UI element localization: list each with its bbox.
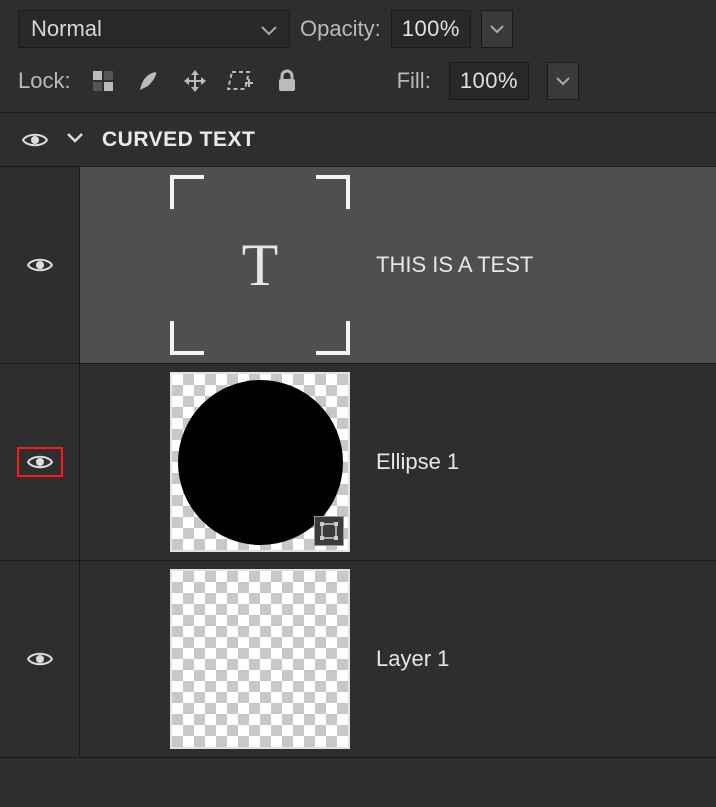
lock-label: Lock: [18, 68, 71, 94]
opacity-label: Opacity: [300, 16, 381, 42]
lock-all-icon[interactable] [273, 67, 301, 95]
opacity-input[interactable]: 100% [391, 10, 471, 48]
layer-row-raster[interactable]: Layer 1 [0, 561, 716, 758]
lock-fill-bar: Lock: Fill: 100% [0, 56, 716, 113]
fill-dropdown-button[interactable] [547, 62, 579, 100]
fill-label: Fill: [397, 68, 431, 94]
lock-artboard-icon[interactable] [227, 67, 255, 95]
text-layer-thumbnail[interactable]: T [170, 175, 350, 355]
layer-name[interactable]: Ellipse 1 [376, 449, 459, 475]
lock-position-icon[interactable] [181, 67, 209, 95]
opacity-value: 100% [402, 16, 460, 42]
eye-icon[interactable] [22, 131, 48, 149]
blend-mode-select[interactable]: Normal [18, 10, 290, 48]
blend-mode-value: Normal [31, 16, 102, 42]
opacity-dropdown-button[interactable] [481, 10, 513, 48]
eye-icon[interactable] [27, 256, 53, 274]
layer-row-ellipse[interactable]: Ellipse 1 [0, 364, 716, 561]
chevron-down-icon[interactable] [66, 131, 84, 149]
layer-name[interactable]: THIS IS A TEST [376, 252, 533, 278]
layer-row-text[interactable]: T THIS IS A TEST [0, 167, 716, 364]
vector-mask-badge-icon[interactable] [314, 516, 344, 546]
shape-layer-thumbnail[interactable] [170, 372, 350, 552]
eye-icon[interactable] [27, 650, 53, 668]
fill-input[interactable]: 100% [449, 62, 529, 100]
group-title: CURVED TEXT [102, 128, 255, 152]
lock-transparency-icon[interactable] [89, 67, 117, 95]
chevron-down-icon [261, 16, 277, 42]
raster-layer-thumbnail[interactable] [170, 569, 350, 749]
eye-icon[interactable] [27, 453, 53, 471]
blend-opacity-bar: Normal Opacity: 100% [0, 0, 716, 56]
fill-value: 100% [460, 68, 518, 94]
layer-name[interactable]: Layer 1 [376, 646, 449, 672]
type-icon: T [242, 231, 279, 300]
highlighted-visibility-toggle[interactable] [17, 447, 63, 477]
lock-icons-group [89, 67, 301, 95]
layer-group-header[interactable]: CURVED TEXT [0, 113, 716, 167]
lock-pixels-icon[interactable] [135, 67, 163, 95]
